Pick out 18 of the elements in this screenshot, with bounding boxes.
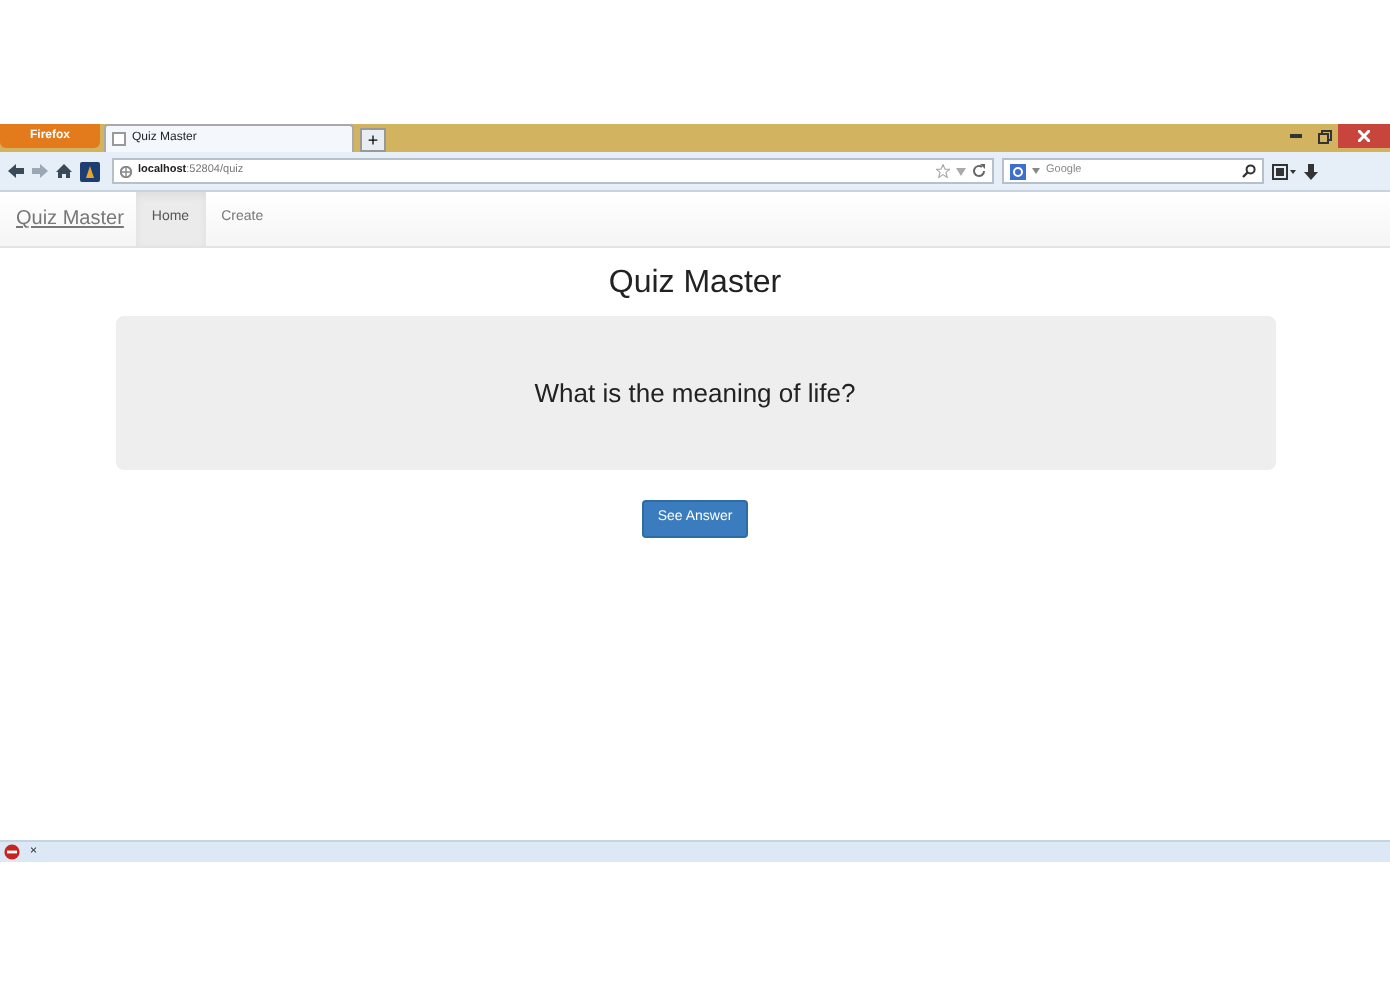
home-icon[interactable] [56,164,72,178]
star-icon[interactable] [936,164,950,178]
stop-sign-icon[interactable] [4,844,22,860]
addon-icon[interactable] [80,161,100,181]
restore-icon[interactable] [1317,129,1331,143]
bookmarks-icon[interactable] [1272,163,1296,179]
download-icon[interactable] [1304,163,1318,179]
globe-icon [120,165,132,177]
page-icon [112,132,126,146]
back-arrow-icon[interactable] [8,164,24,178]
search-icon[interactable] [1242,164,1256,178]
page-heading: Quiz Master [608,264,782,304]
question-text: What is the meaning of life? [534,375,856,412]
navbar-brand[interactable]: Quiz Master [16,204,124,234]
close-icon[interactable] [1358,130,1370,142]
new-tab-button[interactable]: + [360,128,386,152]
reload-icon[interactable] [972,164,986,178]
dropdown-icon [1032,168,1040,174]
